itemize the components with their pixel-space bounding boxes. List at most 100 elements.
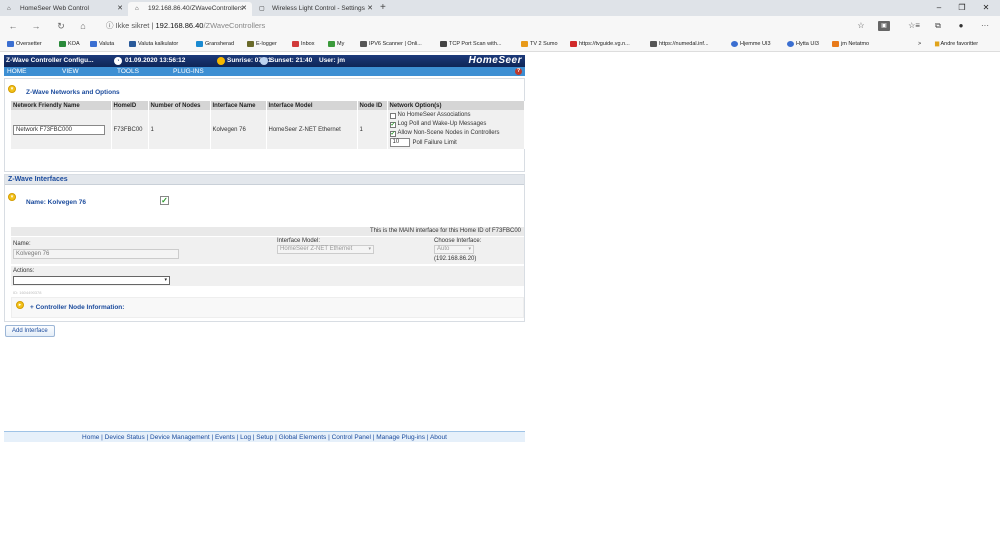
main-interface-note: This is the MAIN interface for this Home… xyxy=(369,228,521,234)
page-icon: ▢ xyxy=(259,6,265,12)
favorite-icon xyxy=(731,41,738,47)
footer-nav[interactable]: Home | Device Status | Device Management… xyxy=(4,431,525,442)
maximize-button[interactable]: ❐ xyxy=(952,0,972,16)
favorite-valuta[interactable]: Valuta xyxy=(90,39,114,49)
interface-enabled-checkbox[interactable]: ✓ xyxy=(160,196,169,205)
interface-model-select[interactable]: HomeSeer Z-NET Ethernet ▾ xyxy=(277,245,374,254)
back-icon[interactable]: ← xyxy=(6,20,20,32)
checkbox[interactable] xyxy=(389,113,396,119)
url-separator: | xyxy=(151,21,154,30)
tab-homeseer-web-control[interactable]: ⌂ HomeSeer Web Control ✕ xyxy=(0,2,128,16)
profile-avatar-icon[interactable]: ● xyxy=(955,21,967,31)
col-header: Network Friendly Name xyxy=(11,101,112,110)
poll-failure-input[interactable]: 10 xyxy=(389,138,410,147)
choose-interface-select[interactable]: Auto ▾ xyxy=(434,245,474,254)
favorite-e-logger[interactable]: E-logger xyxy=(247,39,277,49)
menu-tools[interactable]: TOOLS xyxy=(117,67,139,76)
favorite-ipv6-scanner[interactable]: IPV6 Scanner | Onli... xyxy=(360,39,422,49)
favorite-hytta-ui3[interactable]: Hytta UI3 xyxy=(787,39,819,49)
main-note-row: This is the MAIN interface for this Home… xyxy=(11,227,524,236)
help-icon[interactable]: ? xyxy=(515,68,522,75)
interfaces-title: Z-Wave Interfaces xyxy=(5,175,524,185)
menu-plug-ins[interactable]: PLUG-INS xyxy=(173,67,204,76)
security-status: Ikke sikret xyxy=(115,21,150,30)
extension-icon[interactable]: ▣ xyxy=(878,21,890,31)
collapse-icon[interactable]: ▾ xyxy=(8,193,16,201)
networks-table: Network Friendly Name HomeID Number of N… xyxy=(11,101,525,149)
tab-zwave-controllers[interactable]: ⌂ 192.168.86.40/ZWaveControllers ✕ xyxy=(128,2,252,16)
chevron-right-icon[interactable]: > xyxy=(918,39,921,49)
checkbox[interactable]: ✓ xyxy=(389,131,396,137)
favorite-icon xyxy=(292,41,299,47)
favorite-icon xyxy=(832,41,839,47)
collections-icon[interactable]: ⧉ xyxy=(932,21,944,31)
node-info-row: ▸ + Controller Node Information: xyxy=(11,297,524,318)
new-tab-button[interactable]: + xyxy=(380,2,386,14)
favorite-oversetter[interactable]: Oversetter xyxy=(7,39,42,49)
network-friendly-name-input[interactable]: Network F73FBC000 xyxy=(13,124,105,135)
interface-name: Kolvegen 76 xyxy=(210,110,267,149)
url-host: 192.168.86.40 xyxy=(155,21,204,30)
actions-select[interactable]: ▾ xyxy=(13,276,170,285)
favorite-my[interactable]: My xyxy=(328,39,344,49)
favorite-inbox[interactable]: Inbox xyxy=(292,39,314,49)
poll-failure-label: Poll Failure Limit xyxy=(412,140,457,147)
col-header: HomeID xyxy=(111,101,149,110)
option-no-associations[interactable]: No HomeSeer Associations xyxy=(389,111,523,120)
close-window-button[interactable]: ✕ xyxy=(976,0,996,16)
favorite-icon xyxy=(440,41,447,47)
home-icon[interactable]: ⌂ xyxy=(76,20,90,32)
expand-icon[interactable]: ▸ xyxy=(16,301,24,309)
interface-name-input[interactable]: Kolvegen 76 xyxy=(13,249,179,259)
favorite-hjemme-ui3[interactable]: Hjemme UI3 xyxy=(731,39,771,49)
app-header: Z-Wave Controller Configu... ◔ 01.09.202… xyxy=(4,55,525,67)
interface-ip: (192.168.86.20) xyxy=(434,256,477,262)
menu-home[interactable]: HOME xyxy=(7,67,27,76)
collapse-icon[interactable]: ▾ xyxy=(8,85,16,93)
forward-icon[interactable]: → xyxy=(29,20,43,32)
close-icon[interactable]: ✕ xyxy=(241,2,247,16)
interface-name-heading: Name: Kolvegen 76 xyxy=(26,199,86,206)
interface-fields-row: Name: Kolvegen 76 Interface Model: HomeS… xyxy=(11,237,524,264)
favorites-list-icon[interactable]: ☆≡ xyxy=(908,21,920,31)
networks-title: Z-Wave Networks and Options xyxy=(26,89,120,96)
menu-view[interactable]: VIEW xyxy=(62,67,79,76)
favorite-tcp-port-scan[interactable]: TCP Port Scan with... xyxy=(440,39,501,49)
datetime: 01.09.2020 13:56:12 xyxy=(125,57,186,64)
url-field[interactable]: ⓘ Ikke sikret | 192.168.86.40/ZWaveContr… xyxy=(106,21,265,31)
favorite-icon xyxy=(570,41,577,47)
favorite-numedal[interactable]: https://numedal.inf... xyxy=(650,39,709,49)
favorite-icon xyxy=(360,41,367,47)
favorites-bar: Oversetter KOA Valuta Valuta kalkulator … xyxy=(0,36,1000,52)
clock-icon: ◔ xyxy=(114,57,122,65)
favorite-icon xyxy=(129,41,136,47)
sunset: Sunset: 21:40 xyxy=(270,57,313,64)
reload-icon[interactable]: ↻ xyxy=(54,20,68,32)
favorite-tvguide[interactable]: https://tvguide.vg.n... xyxy=(570,39,630,49)
actions-row: Actions: ▾ xyxy=(11,266,524,286)
tab-wireless-light-control[interactable]: ▢ Wireless Light Control - Settings ✕ xyxy=(252,2,378,16)
address-bar: ← → ↻ ⌂ ⓘ Ikke sikret | 192.168.86.40/ZW… xyxy=(0,16,1000,36)
actions-label: Actions: xyxy=(13,268,35,274)
favorite-valuta-kalkulator[interactable]: Valuta kalkulator xyxy=(129,39,178,49)
add-interface-button[interactable]: Add Interface xyxy=(5,325,55,337)
controller-node-info-link[interactable]: + Controller Node Information: xyxy=(30,304,124,311)
favorite-star-icon[interactable]: ☆ xyxy=(855,21,867,31)
close-icon[interactable]: ✕ xyxy=(117,2,123,16)
favorite-tv2-sumo[interactable]: TV 2 Sumo xyxy=(521,39,558,49)
option-allow-non-scene[interactable]: ✓ Allow Non-Scene Nodes in Controllers xyxy=(389,129,523,138)
favorite-icon xyxy=(787,41,794,47)
favorite-gransherad[interactable]: Gransherad xyxy=(196,39,234,49)
other-favorites-folder[interactable]: ▆ Andre favoritter xyxy=(935,39,978,49)
option-log-poll[interactable]: ✓ Log Poll and Wake-Up Messages xyxy=(389,120,523,129)
checkbox[interactable]: ✓ xyxy=(389,122,396,128)
close-icon[interactable]: ✕ xyxy=(367,2,373,16)
minimize-button[interactable]: – xyxy=(929,0,949,16)
favorite-koa[interactable]: KOA xyxy=(59,39,80,49)
choose-interface-label: Choose Interface: xyxy=(434,238,482,244)
favorite-icon xyxy=(247,41,254,47)
favorite-icon xyxy=(328,41,335,47)
favorite-jm-netatmo[interactable]: jm Netatmo xyxy=(832,39,869,49)
favorite-icon xyxy=(521,41,528,47)
more-menu-icon[interactable]: ··· xyxy=(979,21,991,31)
